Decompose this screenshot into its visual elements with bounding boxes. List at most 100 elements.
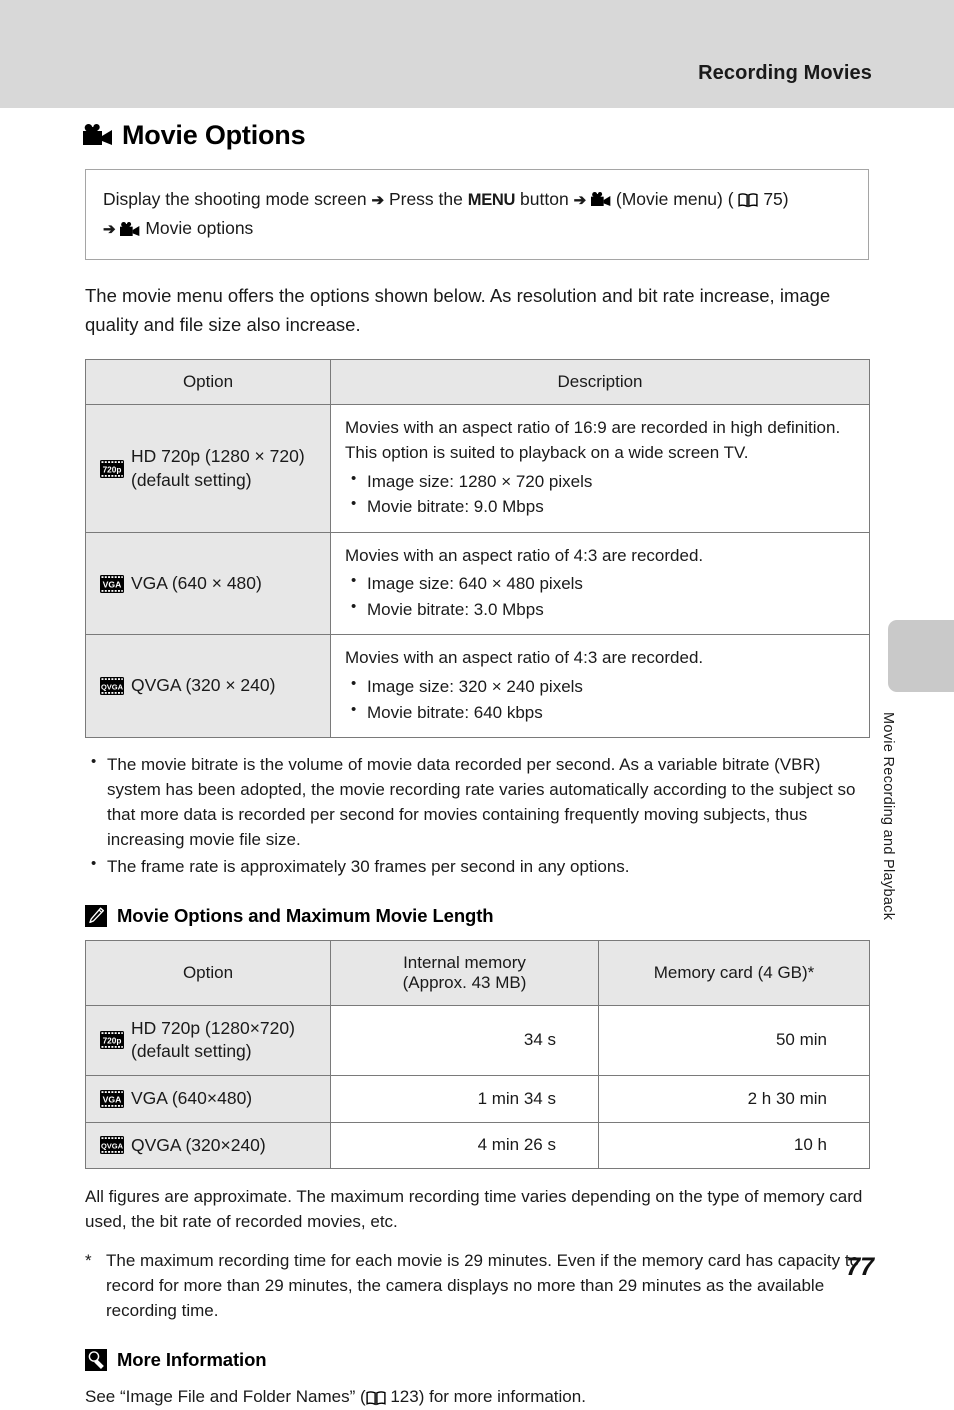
arrow-icon: ➔ xyxy=(573,192,587,209)
description-bullet: Movie bitrate: 9.0 Mbps xyxy=(345,493,857,520)
option-cell: 720p HD 720p (1280×720) (default setting… xyxy=(85,1004,331,1077)
svg-text:VGA: VGA xyxy=(103,1094,122,1104)
option-label: HD 720p (1280 × 720) (default setting) xyxy=(131,445,305,490)
option-label: VGA (640×480) xyxy=(131,1088,253,1109)
menu-path-page-ref: 75 xyxy=(763,189,783,209)
page-title: Movie Options xyxy=(83,120,869,151)
internal-memory-line1: Internal memory xyxy=(403,952,526,972)
description-intro: Movies with an aspect ratio of 4:3 are r… xyxy=(345,545,704,565)
qvga-badge-icon: QVGA xyxy=(100,1136,124,1155)
description-intro: Movies with an aspect ratio of 16:9 are … xyxy=(345,418,841,463)
column-header-memory-card: Memory card (4 GB)* xyxy=(598,939,870,1006)
option-cell: 720p HD 720p (1280 × 720) (default setti… xyxy=(85,404,331,533)
menu-button-label: MENU xyxy=(467,191,516,209)
movie-length-table: Option Internal memory (Approx. 43 MB) M… xyxy=(85,939,870,1170)
menu-path-box: Display the shooting mode screen ➔ Press… xyxy=(85,169,869,261)
footnote-asterisk: * The maximum recording time for each mo… xyxy=(85,1248,869,1323)
option-label: VGA (640 × 480) xyxy=(131,572,262,593)
more-information-page-ref: 123 xyxy=(390,1387,419,1407)
option-cell: QVGA QVGA (320 × 240) xyxy=(85,634,331,738)
menu-path-step4: (Movie menu) ( xyxy=(615,189,734,209)
option-label: QVGA (320×240) xyxy=(131,1134,266,1155)
page-number: 77 xyxy=(846,1253,874,1281)
column-header-option: Option xyxy=(85,939,331,1006)
footnote-general: All figures are approximate. The maximum… xyxy=(85,1187,863,1232)
menu-path-step2: Press the xyxy=(388,189,463,209)
option-cell: VGA VGA (640×480) xyxy=(85,1075,331,1123)
table-row: VGA VGA (640×480) 1 min 34 s 2 h 30 min xyxy=(85,1075,870,1123)
footnote-asterisk-marker: * xyxy=(85,1250,92,1270)
memory-card-value: 50 min xyxy=(598,1004,870,1077)
svg-text:VGA: VGA xyxy=(103,579,122,589)
table-row: QVGA QVGA (320×240) 4 min 26 s 10 h xyxy=(85,1121,870,1170)
description-bullet: Image size: 640 × 480 pixels xyxy=(345,570,857,597)
description-bullet: Image size: 320 × 240 pixels xyxy=(345,673,857,700)
description-bullet: Movie bitrate: 3.0 Mbps xyxy=(345,596,857,623)
qvga-badge-icon: QVGA xyxy=(100,677,124,696)
arrow-icon: ➔ xyxy=(371,192,385,209)
720p-badge-icon: 720p xyxy=(100,459,124,478)
table-row: 720p HD 720p (1280 × 720) (default setti… xyxy=(85,404,870,533)
movie-camera-icon xyxy=(83,123,113,148)
vga-badge-icon: VGA xyxy=(100,574,124,593)
movie-camera-icon xyxy=(120,221,140,238)
more-information-heading: More Information xyxy=(85,1349,869,1372)
option-cell: VGA VGA (640 × 480) xyxy=(85,531,331,636)
internal-memory-value: 1 min 34 s xyxy=(330,1075,599,1123)
description-cell: Movies with an aspect ratio of 16:9 are … xyxy=(330,404,870,533)
section-tab-label: Movie Recording and Playback xyxy=(880,712,896,921)
menu-path-step1: Display the shooting mode screen xyxy=(103,189,367,209)
movie-length-heading-text: Movie Options and Maximum Movie Length xyxy=(117,904,494,926)
description-bullet: Movie bitrate: 640 kbps xyxy=(345,699,857,726)
table-row: 720p HD 720p (1280×720) (default setting… xyxy=(85,1004,870,1077)
description-cell: Movies with an aspect ratio of 4:3 are r… xyxy=(330,531,870,636)
column-header-internal-memory: Internal memory (Approx. 43 MB) xyxy=(330,939,599,1006)
magnifier-note-icon xyxy=(85,1349,107,1372)
column-header-description: Description xyxy=(330,359,870,406)
notes-list: The movie bitrate is the volume of movie… xyxy=(85,751,869,879)
menu-path-step3: button xyxy=(520,189,569,209)
more-information-text-after: ) for more information. xyxy=(418,1387,586,1407)
internal-memory-line2: (Approx. 43 MB) xyxy=(402,972,527,992)
footnotes: All figures are approximate. The maximum… xyxy=(85,1184,869,1323)
note-item: The frame rate is approximately 30 frame… xyxy=(85,853,869,879)
option-cell: QVGA QVGA (320×240) xyxy=(85,1121,331,1170)
page-title-text: Movie Options xyxy=(122,120,306,150)
720p-badge-icon: 720p xyxy=(100,1031,124,1050)
footnote-asterisk-text: The maximum recording time for each movi… xyxy=(106,1250,860,1320)
internal-memory-value: 4 min 26 s xyxy=(330,1121,599,1170)
vga-badge-icon: VGA xyxy=(100,1089,124,1108)
movie-camera-icon xyxy=(591,192,611,208)
menu-path-paren: ) xyxy=(782,189,789,209)
book-icon xyxy=(366,1390,386,1406)
option-label: QVGA (320 × 240) xyxy=(131,675,276,696)
note-item: The movie bitrate is the volume of movie… xyxy=(85,751,869,853)
column-header-option: Option xyxy=(85,359,331,406)
more-information-heading-text: More Information xyxy=(117,1349,267,1371)
pencil-note-icon xyxy=(85,904,107,927)
memory-card-value: 10 h xyxy=(598,1121,870,1170)
menu-path-step5: Movie options xyxy=(145,218,254,239)
more-information-text-before: See “Image File and Folder Names” ( xyxy=(85,1387,366,1407)
description-cell: Movies with an aspect ratio of 4:3 are r… xyxy=(330,634,870,738)
more-information-text: See “Image File and Folder Names” ( 123)… xyxy=(85,1384,869,1410)
option-label: HD 720p (1280×720) (default setting) xyxy=(131,1017,295,1062)
description-intro: Movies with an aspect ratio of 4:3 are r… xyxy=(345,648,704,668)
book-icon xyxy=(738,192,759,208)
memory-card-value: 2 h 30 min xyxy=(598,1075,870,1123)
table-header-row: Option Description xyxy=(85,359,870,406)
svg-text:QVGA: QVGA xyxy=(101,683,124,692)
svg-text:720p: 720p xyxy=(103,465,122,474)
table-row: VGA VGA (640 × 480) Movies with an aspec… xyxy=(85,531,870,636)
description-bullet: Image size: 1280 × 720 pixels xyxy=(345,468,857,495)
movie-length-heading: Movie Options and Maximum Movie Length xyxy=(85,904,869,927)
table-row: QVGA QVGA (320 × 240) Movies with an asp… xyxy=(85,634,870,738)
table-header-row: Option Internal memory (Approx. 43 MB) M… xyxy=(85,939,870,1006)
movie-options-table: Option Description 720p HD 720p (1280 × … xyxy=(85,359,870,738)
intro-paragraph: The movie menu offers the options shown … xyxy=(85,285,831,335)
section-tab-marker xyxy=(888,620,954,692)
page-content: Movie Options Display the shooting mode … xyxy=(83,0,870,1410)
internal-memory-value: 34 s xyxy=(330,1004,599,1077)
arrow-icon: ➔ xyxy=(103,221,116,239)
svg-text:720p: 720p xyxy=(103,1037,122,1046)
